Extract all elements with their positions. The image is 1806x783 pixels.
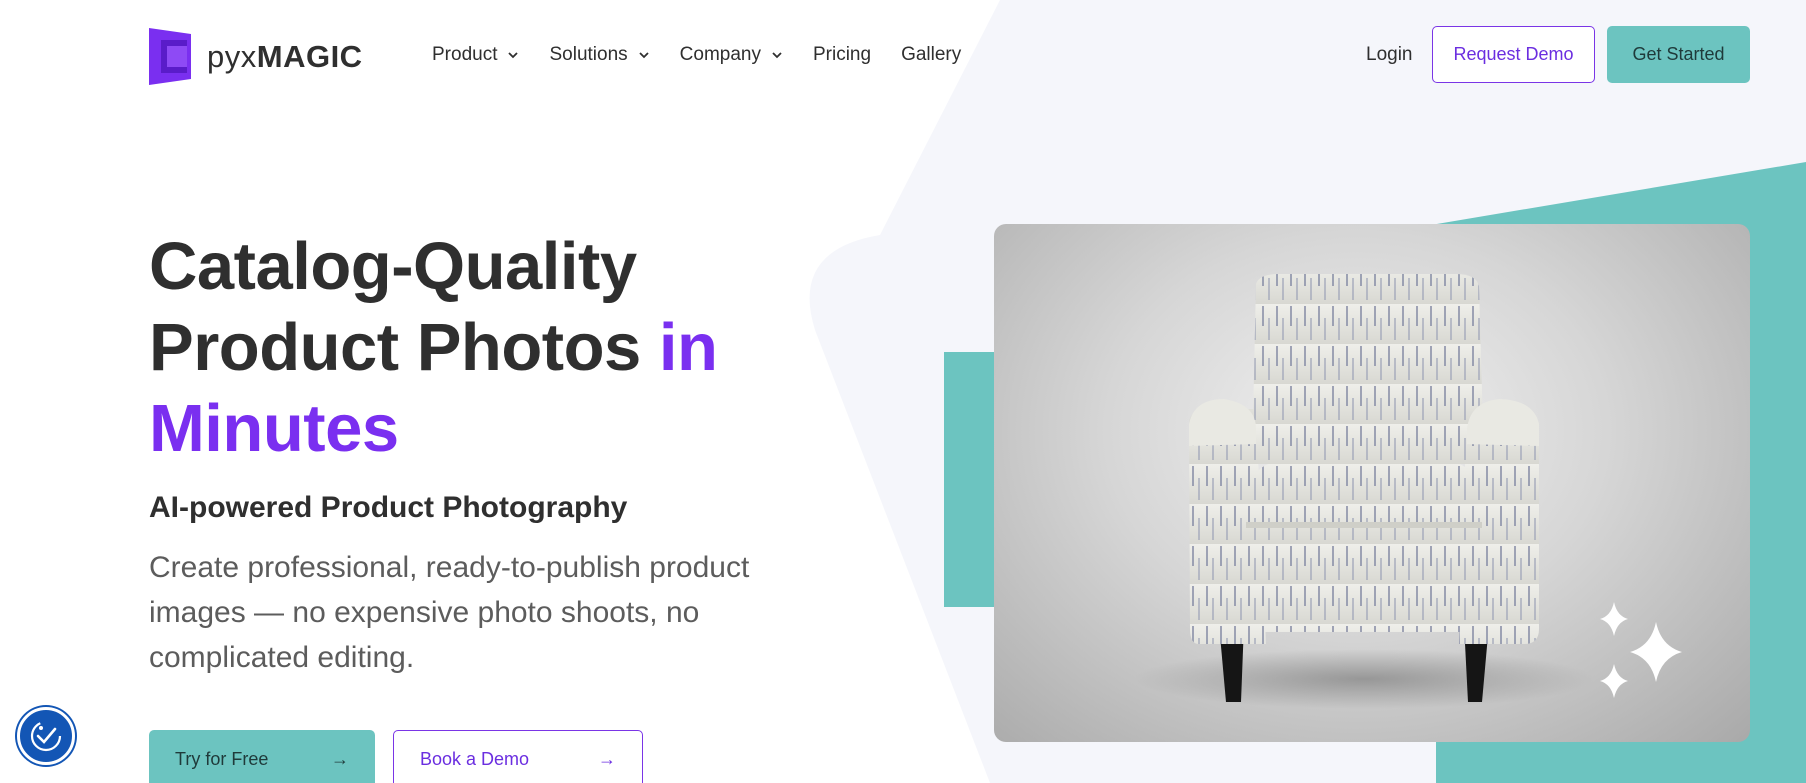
nav-item-solutions[interactable]: Solutions [549,44,649,66]
hero-subtitle: AI-powered Product Photography [149,491,628,524]
request-demo-button[interactable]: Request Demo [1432,26,1595,83]
logo-text-bold: MAGIC [256,38,363,74]
book-a-demo-button[interactable]: Book a Demo → [393,730,643,783]
hero-title-accent-in: in [658,310,718,385]
nav-item-label: Company [679,44,761,65]
sparkle-icon [1600,602,1682,698]
hero-product-photo [994,224,1750,742]
hero-section: Catalog-Quality Product Photos in Minute… [149,226,849,680]
hero-title: Catalog-Quality Product Photos in Minute… [149,226,849,469]
site-header: pyxMAGIC Product Solutions Company Prici… [0,0,1806,112]
logo-text-light: pyx [207,38,257,74]
hero-title-line1: Catalog-Quality [149,229,637,304]
logo[interactable]: pyxMAGIC [149,28,363,85]
try-for-free-button[interactable]: Try for Free → [149,730,375,783]
teal-accent-left [944,352,1000,607]
book-a-demo-label: Book a Demo [420,748,530,769]
arrow-right-icon: → [598,748,616,769]
nav-item-label: Solutions [549,44,628,65]
logo-text: pyxMAGIC [207,39,363,75]
hero-cta-row: Try for Free → Book a Demo → [149,730,643,783]
chevron-down-icon [639,52,649,59]
nav-item-pricing[interactable]: Pricing [813,44,871,66]
login-link[interactable]: Login [1366,44,1413,66]
hero-title-accent-minutes: Minutes [149,391,399,466]
chevron-down-icon [508,52,519,59]
accessibility-button[interactable] [17,707,75,765]
main-nav: Product Solutions Company Pricing Galler… [432,44,991,66]
nav-item-product[interactable]: Product [432,44,519,66]
nav-item-gallery[interactable]: Gallery [901,44,961,66]
hero-title-line2: Product Photos [149,310,659,385]
nav-item-label: Gallery [901,44,962,65]
nav-item-label: Product [432,44,498,65]
try-for-free-label: Try for Free [175,748,269,769]
nav-item-company[interactable]: Company [680,44,783,66]
arrow-right-icon: → [331,748,349,769]
nav-item-label: Pricing [812,44,872,65]
accessibility-icon [30,720,62,752]
hero-description: Create professional, ready-to-publish pr… [149,551,750,674]
logo-mark-icon [149,28,191,85]
chevron-down-icon [772,52,782,59]
get-started-button[interactable]: Get Started [1607,26,1750,83]
